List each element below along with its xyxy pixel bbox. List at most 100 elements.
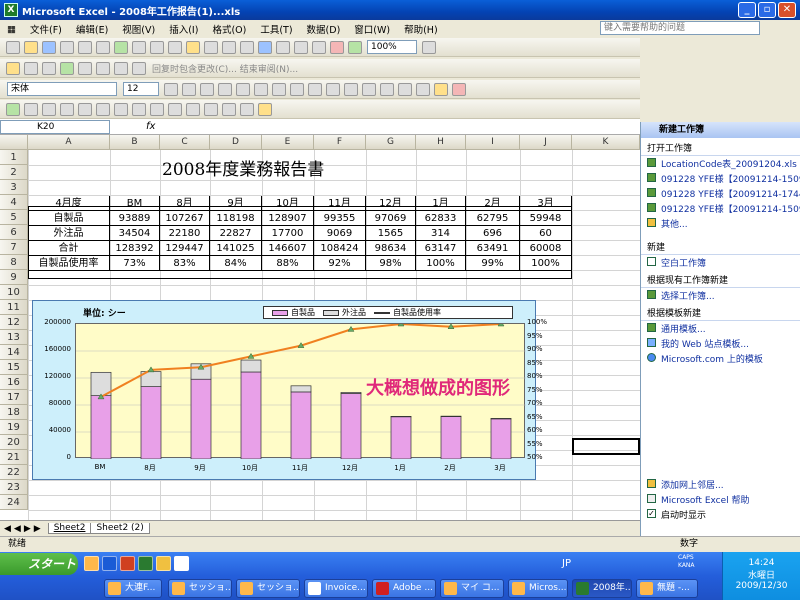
plot-area[interactable]: 大概想做成的图形 — [75, 320, 526, 460]
table-cell[interactable]: 22180 — [160, 226, 210, 241]
row-header-18[interactable]: 18 — [0, 405, 28, 420]
table-cell[interactable]: 自製品 — [28, 211, 110, 226]
review-text[interactable]: 回复时包含更改(C)... 结束审阅(N)... — [152, 62, 298, 75]
web-templates-link[interactable]: 我的 Web 站点模板... — [641, 336, 800, 351]
chart-legend[interactable]: 自製品 外注品 自製品使用率 — [263, 306, 513, 319]
decrease-decimal-icon[interactable] — [362, 82, 376, 96]
undo-icon[interactable] — [222, 40, 236, 54]
permission-icon[interactable] — [60, 40, 74, 54]
table-cell[interactable]: 62795 — [466, 211, 520, 226]
active-cell-k20[interactable] — [572, 438, 640, 455]
table-cell[interactable]: 1565 — [366, 226, 416, 241]
row-header-4[interactable]: 4 — [0, 195, 28, 210]
table-cell[interactable]: 128392 — [110, 241, 160, 256]
table-cell[interactable]: 98634 — [366, 241, 416, 256]
increase-indent-icon[interactable] — [398, 82, 412, 96]
table-header-cell[interactable]: 8月 — [160, 196, 210, 211]
draw-icon-9[interactable] — [150, 102, 164, 116]
review-icon-4[interactable] — [60, 61, 74, 75]
select-all-corner[interactable] — [0, 135, 28, 150]
table-cell[interactable]: 62833 — [416, 211, 466, 226]
bar-outsource-3[interactable] — [240, 359, 262, 373]
table-cell[interactable]: 99355 — [314, 211, 366, 226]
table-cell[interactable]: 22827 — [210, 226, 262, 241]
draw-icon-3[interactable] — [42, 102, 56, 116]
table-cell[interactable]: 合計 — [28, 241, 110, 256]
col-header-j[interactable]: J — [520, 135, 572, 150]
excel-help-link[interactable]: Microsoft Excel 帮助 — [641, 492, 800, 507]
choose-workbook-link[interactable]: 选择工作簿... — [641, 288, 800, 303]
table-header-cell[interactable]: BM — [110, 196, 160, 211]
drawing-icon[interactable] — [348, 40, 362, 54]
table-header-cell[interactable]: 3月 — [520, 196, 572, 211]
draw-icon-14[interactable] — [240, 102, 254, 116]
table-cell[interactable]: 99% — [466, 256, 520, 271]
row-header-17[interactable]: 17 — [0, 390, 28, 405]
col-header-a[interactable]: A — [28, 135, 110, 150]
bar-self-made-5[interactable] — [340, 393, 362, 460]
table-cell[interactable]: 107267 — [160, 211, 210, 226]
row-header-24[interactable]: 24 — [0, 495, 28, 510]
table-cell[interactable]: 93889 — [110, 211, 160, 226]
start-button[interactable]: スタート — [0, 553, 78, 575]
table-cell[interactable]: 696 — [466, 226, 520, 241]
table-cell[interactable]: 128907 — [262, 211, 314, 226]
table-header-cell[interactable]: 12月 — [366, 196, 416, 211]
quicklaunch-icon-1[interactable] — [84, 556, 99, 571]
tab-sheet2[interactable]: Sheet2 — [47, 523, 92, 534]
taskbar-button-4[interactable]: Invoice... — [304, 579, 368, 598]
row-header-7[interactable]: 7 — [0, 240, 28, 255]
row-header-5[interactable]: 5 — [0, 210, 28, 225]
copy-icon[interactable] — [168, 40, 182, 54]
row-header-3[interactable]: 3 — [0, 180, 28, 195]
draw-icon-13[interactable] — [222, 102, 236, 116]
menu-insert[interactable]: 插入(I) — [162, 22, 205, 36]
table-cell[interactable]: 63147 — [416, 241, 466, 256]
draw-icon-5[interactable] — [78, 102, 92, 116]
align-right-icon[interactable] — [254, 82, 268, 96]
taskbar-button-1[interactable]: 大連F... — [104, 579, 162, 598]
draw-icon-4[interactable] — [60, 102, 74, 116]
table-cell[interactable]: 92% — [314, 256, 366, 271]
bar-outsource-5[interactable] — [340, 392, 362, 394]
table-cell[interactable]: 141025 — [210, 241, 262, 256]
maximize-button[interactable]: ▫ — [758, 2, 776, 18]
review-icon-1[interactable] — [6, 61, 20, 75]
row-header-12[interactable]: 12 — [0, 315, 28, 330]
quicklaunch-icon-5[interactable] — [156, 556, 171, 571]
row-header-11[interactable]: 11 — [0, 300, 28, 315]
zoom-select[interactable]: 100% — [367, 40, 417, 54]
table-cell[interactable]: 60 — [520, 226, 572, 241]
font-size-select[interactable]: 12 — [123, 82, 159, 96]
currency-icon[interactable] — [290, 82, 304, 96]
row-header-1[interactable]: 1 — [0, 150, 28, 165]
taskbar-button-5[interactable]: Adobe ... — [372, 579, 436, 598]
tab-sheet2-2[interactable]: Sheet2 (2) — [90, 523, 150, 534]
line-marker-6[interactable] — [397, 320, 405, 327]
review-icon-8[interactable] — [132, 61, 146, 75]
worksheet-grid[interactable]: A B C D E F G H I J K 1 2 3 4 5 6 7 8 9 10 11 12 13 1… — [0, 135, 640, 520]
bar-self-made-4[interactable] — [290, 391, 312, 460]
review-icon-2[interactable] — [24, 61, 38, 75]
font-color-icon[interactable] — [452, 82, 466, 96]
save-icon[interactable] — [42, 40, 56, 54]
row-header-2[interactable]: 2 — [0, 165, 28, 180]
table-cell[interactable]: 34504 — [110, 226, 160, 241]
borders-icon[interactable] — [416, 82, 430, 96]
bar-outsource-4[interactable] — [290, 385, 312, 393]
col-header-e[interactable]: E — [262, 135, 314, 150]
col-header-k[interactable]: K — [572, 135, 640, 150]
startup-checkbox[interactable]: ✓ — [647, 509, 656, 518]
cut-icon[interactable] — [150, 40, 164, 54]
quicklaunch-icon-2[interactable] — [102, 556, 117, 571]
bar-self-made-0[interactable] — [90, 395, 112, 460]
redo-icon[interactable] — [240, 40, 254, 54]
review-icon-3[interactable] — [42, 61, 56, 75]
row-header-6[interactable]: 6 — [0, 225, 28, 240]
table-cell[interactable]: 60008 — [520, 241, 572, 256]
taskbar-button-6[interactable]: マイ コ... — [440, 579, 504, 598]
review-icon-5[interactable] — [78, 61, 92, 75]
row-header-8[interactable]: 8 — [0, 255, 28, 270]
bar-self-made-2[interactable] — [190, 378, 212, 460]
add-network-place-link[interactable]: 添加网上邻居... — [641, 477, 800, 492]
